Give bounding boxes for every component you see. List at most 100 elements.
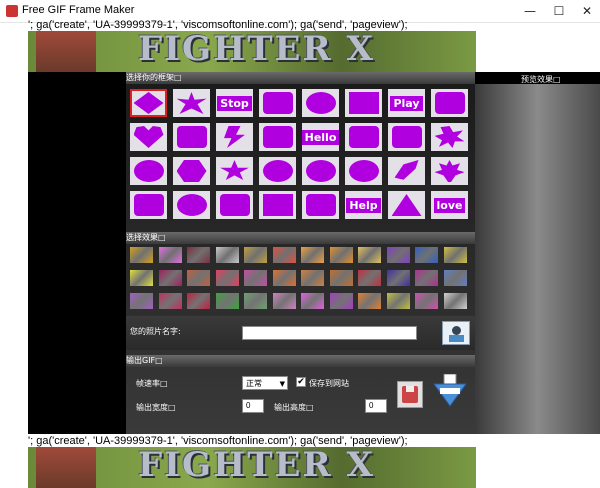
effect-option[interactable] bbox=[158, 293, 182, 309]
frame-option[interactable] bbox=[302, 157, 339, 185]
section-output-gif: 输出GIF□ bbox=[126, 355, 475, 367]
frame-rate-label: 帧速率□ bbox=[136, 379, 168, 388]
effect-option[interactable] bbox=[301, 247, 324, 263]
effect-option[interactable] bbox=[244, 293, 267, 309]
frame-option[interactable] bbox=[259, 157, 296, 185]
minimize-icon[interactable]: — bbox=[516, 0, 544, 22]
frame-option[interactable] bbox=[345, 157, 382, 185]
effect-option[interactable] bbox=[215, 247, 239, 263]
frame-option[interactable] bbox=[173, 89, 210, 117]
effect-option[interactable] bbox=[358, 247, 381, 263]
save-to-web-checkbox[interactable]: ✔ bbox=[296, 377, 306, 387]
photo-name-input[interactable] bbox=[242, 326, 417, 340]
frame-shape-club bbox=[176, 126, 207, 148]
effect-option[interactable] bbox=[386, 293, 410, 309]
effect-option[interactable] bbox=[386, 270, 410, 286]
effect-option[interactable] bbox=[215, 270, 239, 286]
frame-option[interactable] bbox=[130, 157, 167, 185]
effect-option[interactable] bbox=[130, 270, 153, 286]
effect-option[interactable] bbox=[272, 247, 296, 263]
frame-option[interactable] bbox=[302, 191, 339, 219]
effect-option[interactable] bbox=[415, 247, 438, 263]
effect-option[interactable] bbox=[301, 270, 324, 286]
frame-option[interactable] bbox=[216, 191, 253, 219]
frame-shape-text: love bbox=[433, 197, 466, 213]
effect-option[interactable] bbox=[215, 293, 239, 309]
effect-option[interactable] bbox=[158, 247, 182, 263]
effect-option[interactable] bbox=[187, 293, 210, 309]
effect-option[interactable] bbox=[187, 247, 210, 263]
frame-option[interactable]: Help bbox=[345, 191, 382, 219]
close-icon[interactable]: ✕ bbox=[573, 0, 600, 22]
frame-rate-select[interactable]: 正常 ▼ bbox=[242, 376, 288, 390]
frame-option[interactable] bbox=[259, 89, 296, 117]
download-arrow-icon[interactable] bbox=[430, 373, 470, 410]
window-title: Free GIF Frame Maker bbox=[22, 4, 135, 16]
effect-option[interactable] bbox=[329, 270, 353, 286]
effect-option[interactable] bbox=[443, 247, 467, 263]
script-text-bottom: '; ga('create', 'UA-39999379-1', 'viscom… bbox=[28, 435, 408, 447]
frame-option[interactable]: Play bbox=[388, 89, 425, 117]
frame-option[interactable] bbox=[431, 123, 468, 151]
save-disk-icon[interactable] bbox=[397, 381, 423, 408]
frame-option[interactable]: love bbox=[431, 191, 468, 219]
frame-option[interactable] bbox=[259, 191, 296, 219]
frame-option[interactable] bbox=[216, 157, 253, 185]
output-width-input[interactable] bbox=[242, 399, 264, 413]
frame-option[interactable] bbox=[388, 157, 425, 185]
frame-option[interactable] bbox=[431, 89, 468, 117]
frame-shape-square bbox=[262, 194, 293, 216]
frame-option[interactable] bbox=[216, 123, 253, 151]
effect-option[interactable] bbox=[329, 293, 353, 309]
effect-option[interactable] bbox=[244, 247, 267, 263]
top-banner: FIGHTER X bbox=[28, 31, 476, 72]
frame-option[interactable]: Stop bbox=[216, 89, 253, 117]
effect-option[interactable] bbox=[130, 293, 153, 309]
effect-option[interactable] bbox=[443, 293, 467, 309]
effect-option[interactable] bbox=[358, 270, 381, 286]
photo-person-icon bbox=[452, 326, 461, 335]
output-height-input[interactable] bbox=[365, 399, 387, 413]
frame-shape-star-burst bbox=[434, 126, 465, 148]
output-height-label: 输出高度□ bbox=[274, 403, 314, 412]
effect-option[interactable] bbox=[443, 270, 467, 286]
effect-option[interactable] bbox=[415, 270, 438, 286]
frame-option[interactable] bbox=[130, 89, 167, 117]
frame-shape-hand bbox=[262, 126, 293, 148]
effect-option[interactable] bbox=[301, 293, 324, 309]
frame-shape-seal bbox=[305, 160, 336, 182]
frame-shape-triangle bbox=[391, 194, 422, 216]
frame-option[interactable] bbox=[345, 89, 382, 117]
frame-option[interactable] bbox=[173, 157, 210, 185]
frame-option[interactable] bbox=[302, 89, 339, 117]
frame-option[interactable] bbox=[431, 157, 468, 185]
effect-option[interactable] bbox=[358, 293, 381, 309]
frame-option[interactable]: Hello bbox=[301, 123, 340, 151]
frame-option[interactable] bbox=[388, 123, 425, 151]
effect-option[interactable] bbox=[187, 270, 210, 286]
effect-option[interactable] bbox=[158, 270, 182, 286]
effect-option[interactable] bbox=[386, 247, 410, 263]
frame-option[interactable] bbox=[388, 191, 425, 219]
section-choose-frame: 选择你的框架□ bbox=[126, 72, 475, 84]
frame-shape-heart bbox=[133, 126, 164, 148]
frame-option[interactable] bbox=[173, 123, 210, 151]
effect-option[interactable] bbox=[329, 247, 353, 263]
frame-shape-puzzle bbox=[262, 92, 293, 114]
maximize-icon[interactable]: ☐ bbox=[545, 0, 573, 22]
effect-option[interactable] bbox=[130, 247, 153, 263]
frame-option[interactable] bbox=[173, 191, 210, 219]
effect-option[interactable] bbox=[272, 270, 296, 286]
frame-option[interactable] bbox=[345, 123, 382, 151]
browse-photo-button[interactable] bbox=[442, 321, 470, 345]
frame-option[interactable] bbox=[130, 191, 167, 219]
effect-option[interactable] bbox=[272, 293, 296, 309]
frame-shape-scribble bbox=[219, 194, 250, 216]
effect-option[interactable] bbox=[415, 293, 438, 309]
frame-shape-circle bbox=[133, 160, 164, 182]
effect-option[interactable] bbox=[244, 270, 267, 286]
disk-label bbox=[406, 386, 414, 392]
frame-option[interactable] bbox=[130, 123, 167, 151]
frame-shape-text: Hello bbox=[301, 129, 340, 145]
frame-option[interactable] bbox=[259, 123, 296, 151]
